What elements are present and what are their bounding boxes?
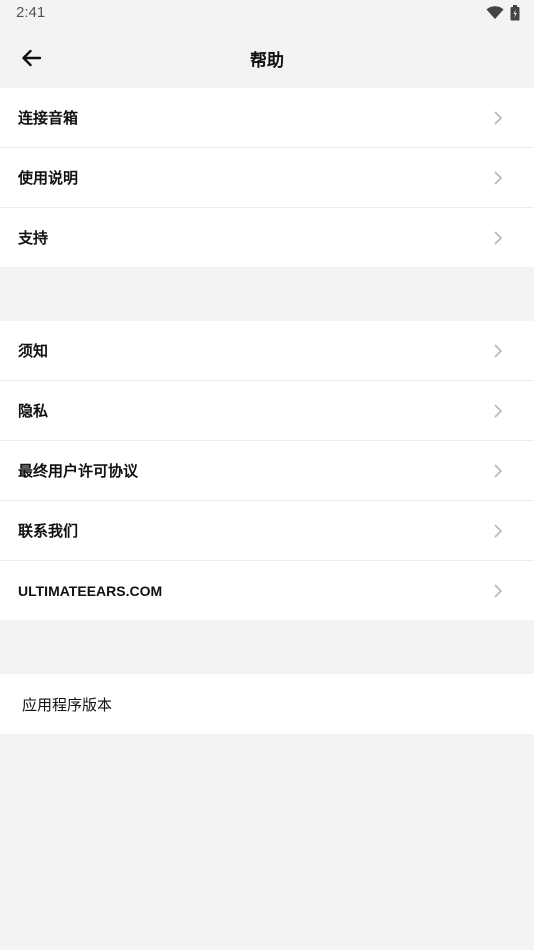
chevron-right-icon [494,404,503,418]
menu-item-label: 最终用户许可协议 [18,462,139,480]
menu-item-label: ULTIMATEEARS.COM [18,582,163,599]
status-time: 2:41 [16,4,46,21]
chevron-right-icon [494,344,503,358]
menu-item-label: 连接音箱 [18,109,79,127]
menu-item-privacy[interactable]: 隐私 [0,381,534,441]
status-icons [486,5,520,21]
version-group: 应用程序版本 [0,674,534,734]
menu-item-label: 支持 [18,229,49,247]
menu-item-support[interactable]: 支持 [0,208,534,267]
menu-item-label: 使用说明 [18,169,79,187]
help-group-main: 连接音箱 使用说明 支持 [0,88,534,267]
status-bar: 2:41 [0,0,534,28]
wifi-icon [486,6,504,19]
menu-item-website[interactable]: ULTIMATEEARS.COM [0,561,534,620]
menu-item-instructions[interactable]: 使用说明 [0,148,534,208]
chevron-right-icon [494,524,503,538]
chevron-right-icon [494,171,503,185]
chevron-right-icon [494,584,503,598]
chevron-right-icon [494,464,503,478]
menu-item-connect-speaker[interactable]: 连接音箱 [0,88,534,148]
menu-item-eula[interactable]: 最终用户许可协议 [0,441,534,501]
page-title: 帮助 [250,51,284,71]
menu-item-label: 须知 [18,342,49,360]
help-group-legal: 须知 隐私 最终用户许可协议 联系我们 ULTIMATEEARS.COM [0,321,534,620]
app-version-row: 应用程序版本 [0,674,534,734]
menu-item-contact-us[interactable]: 联系我们 [0,501,534,561]
menu-item-label: 隐私 [18,402,49,420]
app-bar: 帮助 [0,28,534,88]
menu-item-notice[interactable]: 须知 [0,321,534,381]
menu-item-label: 联系我们 [18,522,79,540]
app-version-label: 应用程序版本 [22,695,113,714]
battery-icon [510,5,520,21]
chevron-right-icon [494,231,503,245]
chevron-right-icon [494,111,503,125]
